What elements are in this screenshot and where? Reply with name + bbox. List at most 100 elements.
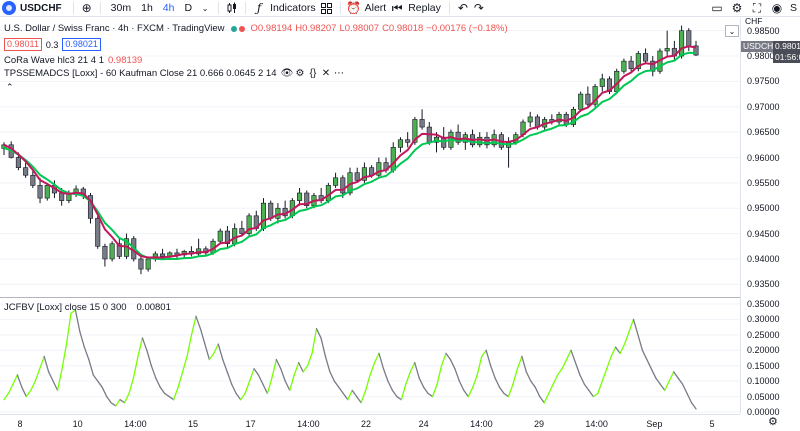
settings-gear-icon[interactable]: ⚙	[294, 68, 307, 79]
oscillator-segment	[498, 386, 505, 395]
oscillator-gridlines	[0, 303, 740, 413]
price-tick-label: 0.94000	[747, 253, 780, 264]
pane-divider[interactable]	[0, 297, 740, 298]
candle-body	[333, 177, 339, 186]
oscillator-segment	[280, 368, 286, 382]
toolbar-divider	[72, 2, 74, 14]
oscillator-segment	[324, 355, 331, 373]
oscillator-segment	[92, 374, 99, 382]
toolbar-divider	[99, 2, 101, 14]
oscillator-segment	[445, 352, 452, 361]
oscillator-segment	[186, 334, 193, 358]
oscillator-segment	[177, 371, 184, 388]
interval-dropdown-icon[interactable]: ⌄	[197, 0, 213, 16]
time-tick-label: 29	[533, 419, 545, 429]
oscillator-segment	[34, 368, 41, 382]
source-code-icon[interactable]: {}	[307, 68, 320, 79]
indicators-button[interactable]: ƒ Indicators	[251, 0, 319, 16]
oscillator-segment	[409, 361, 416, 373]
replay-button[interactable]: ⏮ Replay	[389, 0, 444, 16]
oscillator-segment	[405, 371, 411, 385]
oscillator-segment	[351, 389, 358, 398]
oscillator-segment	[597, 380, 603, 395]
oscillator-value: 0.00801	[136, 302, 171, 313]
collapse-legend-icon[interactable]: ⌃	[6, 82, 14, 93]
settings-gear-icon[interactable]: ⚙	[729, 0, 745, 16]
interval-4h[interactable]: 4h	[158, 2, 180, 14]
alert-button[interactable]: ⏰ Alert	[346, 0, 390, 16]
countdown-badge: 01:56:01	[773, 52, 800, 63]
toolbar-divider	[245, 2, 247, 14]
oscillator-segment	[257, 374, 264, 385]
candle-body	[628, 60, 634, 70]
indicator-legend-cora[interactable]: CoRa Wave hlc3 21 4 1 0.98139	[4, 55, 142, 66]
candle-body	[59, 192, 65, 201]
fullscreen-icon[interactable]: ⛶	[749, 0, 765, 16]
oscillator-segment	[253, 368, 260, 376]
oscillator-segment	[673, 371, 679, 379]
layout-icon[interactable]: ▭	[709, 0, 725, 16]
oscillator-segment	[556, 368, 563, 376]
redo-icon[interactable]: ↷	[471, 0, 487, 16]
indicator-name: TPSSEMADCS [Loxx] - 60 Kaufman Close 21 …	[4, 68, 277, 79]
close-icon[interactable]: ✕	[320, 68, 333, 79]
price-axis[interactable]: CHF 0.98500 0.98000 0.97500 0.97000 0.96500 0…	[740, 16, 800, 417]
chart-plot-area[interactable]: U.S. Dollar / Swiss Franc · 4h · FXCM · …	[0, 18, 740, 414]
interval-1h[interactable]: 1h	[136, 2, 158, 14]
pane-collapse-icon[interactable]: ⌄	[725, 25, 739, 37]
chart-settings-gear-icon[interactable]: ⚙	[768, 415, 778, 428]
oscillator-legend[interactable]: JCFBV [Loxx] close 15 0 300 0.00801	[4, 302, 171, 313]
price-tick-label: 0.98500	[747, 25, 780, 36]
oscillator-segment	[43, 355, 50, 373]
add-symbol-icon[interactable]: ⊕	[79, 0, 95, 16]
buy-price-button[interactable]: 0.98021	[62, 38, 101, 51]
candle-body	[138, 258, 144, 270]
legend-low: L0.98007	[339, 23, 380, 34]
oscillator-segment	[262, 383, 269, 395]
tps-indicator-line	[3, 51, 697, 261]
eye-icon[interactable]: 👁	[281, 68, 294, 79]
symbol-logo-icon	[2, 1, 16, 15]
currency-label[interactable]: CHF	[745, 16, 762, 26]
oscillator-segment	[418, 377, 425, 388]
candle-body	[102, 245, 108, 260]
snapshot-icon[interactable]: ◉	[769, 0, 785, 16]
time-tick-label: 14:00	[297, 419, 320, 429]
toolbar-divider	[448, 2, 450, 14]
price-tick-label: 0.95000	[747, 203, 780, 214]
symbol-search-button[interactable]: USDCHF	[0, 0, 68, 17]
oscillator-tick-label: 0.15000	[747, 360, 780, 371]
oscillator-segment	[30, 380, 36, 392]
oscillator-segment	[570, 349, 577, 364]
time-axis[interactable]: 8 10 14:00 15 17 14:00 22 24 14:00 29 14:00 Sep 5	[0, 414, 740, 431]
oscillator-tick-label: 0.35000	[747, 299, 780, 309]
oscillator-segment	[628, 318, 635, 333]
pane-controls: ⌄	[723, 25, 739, 37]
sell-price-button[interactable]: 0.98011	[4, 38, 42, 51]
undo-icon[interactable]: ↶	[455, 0, 471, 16]
oscillator-segment	[668, 371, 675, 382]
indicator-legend-tps[interactable]: TPSSEMADCS [Loxx] - 60 Kaufman Close 21 …	[4, 68, 346, 79]
chart-type-candles-icon[interactable]	[224, 0, 240, 16]
oscillator-segment	[204, 343, 211, 361]
oscillator-segment	[463, 389, 469, 398]
interval-30m[interactable]: 30m	[106, 2, 136, 14]
oscillator-segment	[110, 402, 117, 407]
alert-label: Alert	[364, 2, 387, 14]
oscillator-segment	[248, 368, 255, 382]
oscillator-segment	[74, 309, 81, 333]
oscillator-segment	[356, 395, 362, 404]
toolbar-cut-label[interactable]: S	[787, 2, 800, 14]
templates-icon[interactable]	[319, 0, 335, 16]
oscillator-segment	[659, 383, 666, 392]
oscillator-tick-label: 0.25000	[747, 329, 780, 340]
more-icon[interactable]: ⋯	[333, 68, 346, 79]
interval-d[interactable]: D	[179, 2, 197, 14]
candle-body	[275, 207, 281, 219]
oscillator-segment	[101, 386, 108, 398]
oscillator-segment	[231, 383, 237, 395]
oscillator-segment	[79, 331, 86, 348]
candle-body	[23, 167, 29, 176]
oscillator-segment	[266, 377, 273, 395]
oscillator-segment	[52, 380, 59, 392]
